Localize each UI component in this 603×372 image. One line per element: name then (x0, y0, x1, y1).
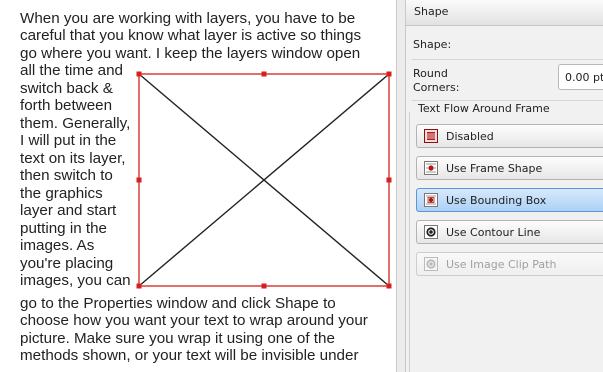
text-line: all the time and (20, 62, 123, 79)
use-bounding-box-button[interactable]: Use Bounding Box (416, 188, 603, 212)
text-line: When you are working with layers, you ha… (20, 10, 356, 27)
properties-panel: Shape Shape: Round Corners: 0.00 pt Text… (406, 0, 603, 372)
use-frame-shape-button[interactable]: Use Frame Shape (416, 156, 603, 180)
option-label: Use Bounding Box (446, 194, 547, 207)
text-line: choose how you want your text to wrap ar… (20, 312, 368, 329)
image-clip-path-icon (424, 257, 438, 271)
option-label: Use Contour Line (446, 226, 541, 239)
group-frame (409, 112, 412, 372)
image-frame[interactable] (135, 70, 393, 290)
resize-handle-top-right[interactable] (386, 71, 392, 77)
text-line: then switch to (20, 167, 113, 184)
disabled-icon (424, 129, 438, 143)
resize-handle-right[interactable] (386, 177, 392, 183)
resize-handle-top-left[interactable] (136, 71, 142, 77)
option-label: Disabled (446, 130, 494, 143)
text-line: putting in the (20, 220, 107, 237)
use-contour-line-button[interactable]: Use Contour Line (416, 220, 603, 244)
text-line: the graphics (20, 185, 103, 202)
text-line: switch back & (20, 80, 113, 97)
round-corners-value: 0.00 pt (565, 71, 603, 84)
resize-handle-bottom-right[interactable] (386, 283, 392, 289)
text-line: go where you want. I keep the layers win… (20, 45, 361, 62)
text-line: images. As (20, 237, 95, 254)
resize-handle-top[interactable] (261, 71, 267, 77)
divider (412, 100, 603, 101)
text-line: careful that you know what layer is acti… (20, 27, 362, 44)
use-image-clip-path-button: Use Image Clip Path (416, 252, 603, 276)
panel-splitter[interactable] (396, 0, 406, 372)
text-flow-disabled-button[interactable]: Disabled (416, 124, 603, 148)
text-line: forth between (20, 97, 113, 114)
resize-handle-bottom-left[interactable] (136, 283, 142, 289)
text-flow-title: Text Flow Around Frame (418, 102, 550, 115)
text-line: I will put in the (20, 132, 117, 149)
resize-handle-bottom[interactable] (261, 283, 267, 289)
text-line: text on its layer, (20, 150, 126, 167)
shape-section-header[interactable]: Shape (406, 0, 603, 26)
divider (412, 59, 603, 60)
text-line: layer and start (20, 202, 117, 219)
resize-handle-left[interactable] (136, 177, 142, 183)
frame-shape-icon (424, 161, 438, 175)
option-label: Use Image Clip Path (446, 258, 557, 271)
round-corners-label: Round (413, 67, 448, 80)
option-label: Use Frame Shape (446, 162, 543, 175)
section-title: Shape (414, 5, 449, 18)
contour-line-icon (424, 225, 438, 239)
shape-label: Shape: (413, 38, 452, 51)
round-corners-label: Corners: (413, 81, 460, 94)
text-line: you're placing (20, 255, 114, 272)
document-canvas[interactable]: When you are working with layers, you ha… (0, 0, 396, 372)
text-line: them. Generally, (20, 115, 131, 132)
text-line: go to the Properties window and click Sh… (20, 295, 336, 312)
bounding-box-icon (424, 193, 438, 207)
text-line: methods shown, or your text will be invi… (20, 347, 359, 364)
text-line: picture. Make sure you wrap it using one… (20, 330, 335, 347)
round-corners-input[interactable]: 0.00 pt (558, 64, 603, 90)
text-line: images, you can (20, 272, 131, 289)
